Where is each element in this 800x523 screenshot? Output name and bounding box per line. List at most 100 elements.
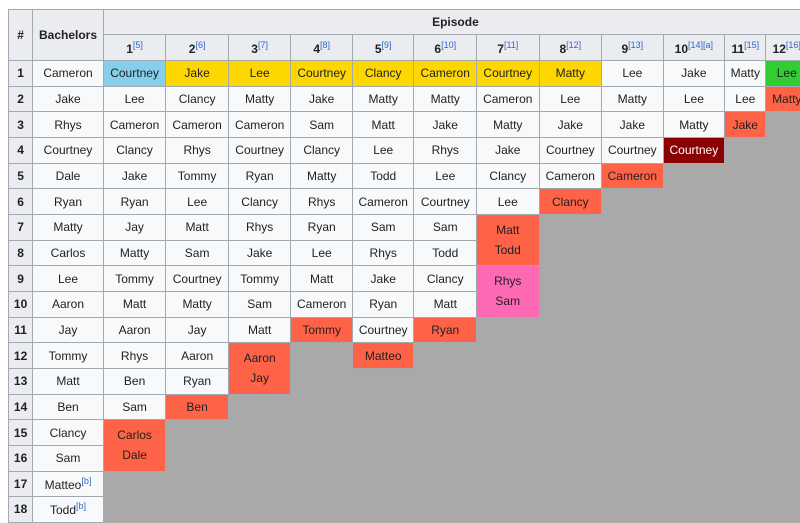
bachelor-name: Tommy <box>49 349 88 363</box>
reference-link[interactable]: [16] <box>786 40 800 50</box>
call-out-cell: Jake <box>414 112 477 138</box>
episode-7-header: 7[11] <box>477 35 540 61</box>
episode-9-header: 9[13] <box>602 35 664 61</box>
contestant-name: Ryan <box>291 220 352 234</box>
call-out-cell: Courtney <box>291 61 353 87</box>
rank-cell: 1 <box>9 61 33 87</box>
episode-number: 5 <box>375 42 382 56</box>
contestant-name: Matty <box>104 246 166 260</box>
bachelor-name-cell: Ryan <box>33 189 104 215</box>
eliminated-area <box>228 394 291 522</box>
reference-link[interactable]: [15] <box>744 40 759 50</box>
episode-4-header: 4[8] <box>291 35 353 61</box>
contestant-name: Cameron <box>540 169 602 183</box>
call-out-cell: Clancy <box>166 86 229 112</box>
call-out-cell: Matty <box>725 61 766 87</box>
rank-cell: 4 <box>9 137 33 163</box>
episode-number: 1 <box>126 42 133 56</box>
bachelor-name-cell: Lee <box>33 266 104 292</box>
table-row: 3RhysCameronCameronCameronSamMattJakeMat… <box>9 112 800 138</box>
call-out-cell: Lee <box>352 137 414 163</box>
contestant-name: Matty <box>477 118 539 132</box>
call-out-cell: Cameron <box>539 163 602 189</box>
call-out-cell: Clancy <box>477 163 540 189</box>
contestant-name: Tommy <box>291 323 352 337</box>
call-out-cell: Sam <box>352 214 414 240</box>
bachelor-name-cell: Ben <box>33 394 104 420</box>
contestant-name: Jake <box>664 66 725 80</box>
contestant-name: Courtney <box>166 272 228 286</box>
call-out-cell: Ryan <box>228 163 291 189</box>
episode-12-header: 12[16] <box>766 35 800 61</box>
reference-link[interactable]: [14][a] <box>688 40 713 50</box>
call-out-cell: Matty <box>103 240 166 266</box>
reference-link[interactable]: [9] <box>382 40 392 50</box>
call-out-cell: Clancy <box>414 266 477 292</box>
rank-cell: 10 <box>9 291 33 317</box>
bachelor-name-cell: Todd[b] <box>33 497 104 523</box>
contestant-name: Lee <box>725 92 765 106</box>
table-row: 5DaleJakeTommyRyanMattyToddLeeClancyCame… <box>9 163 800 189</box>
reference-link[interactable]: [11] <box>504 40 518 50</box>
contestant-name: Courtney <box>353 323 414 337</box>
call-out-cell: Sam <box>414 214 477 240</box>
contestant-name: Jake <box>104 169 166 183</box>
rank-cell: 6 <box>9 189 33 215</box>
rank-cell: 11 <box>9 317 33 343</box>
call-out-cell-multiple: AaronJay <box>228 343 291 394</box>
call-out-cell: Rhys <box>291 189 353 215</box>
call-out-cell: Matty <box>477 112 540 138</box>
contestant-name: Aaron <box>166 349 228 363</box>
contestant-name: Sam <box>291 118 352 132</box>
call-out-cell: Jake <box>103 163 166 189</box>
contestant-name: Lee <box>166 195 228 209</box>
call-out-cell: Sam <box>166 240 229 266</box>
call-out-cell: Matt <box>414 291 477 317</box>
reference-link[interactable]: [13] <box>628 40 643 50</box>
bachelor-name: Jake <box>55 92 80 106</box>
call-out-cell: Jake <box>477 137 540 163</box>
call-out-cell: Courtney <box>414 189 477 215</box>
call-out-cell: Tommy <box>291 317 353 343</box>
call-out-cell: Matt <box>166 214 229 240</box>
contestant-name: Lee <box>540 92 602 106</box>
call-out-cell: Jake <box>291 86 353 112</box>
contestant-name: Lee <box>477 195 539 209</box>
call-out-cell: Clancy <box>228 189 291 215</box>
call-out-cell-multiple: CarlosDale <box>103 420 166 471</box>
reference-link[interactable]: [6] <box>195 40 205 50</box>
contestant-name: Jake <box>353 272 414 286</box>
contestant-name: Lee <box>353 143 414 157</box>
contestant-name: Rhys <box>166 143 228 157</box>
reference-link[interactable]: [b] <box>76 501 86 511</box>
contestant-name: Cameron <box>166 118 228 132</box>
rank-header: # <box>9 10 33 61</box>
call-out-cell: Matty <box>228 86 291 112</box>
bachelor-name: Matty <box>53 220 82 234</box>
contestant-name: Matteo <box>353 349 414 363</box>
contestant-name: Rhys <box>353 246 414 260</box>
contestant-name: Courtney <box>291 66 352 80</box>
bachelor-name-cell: Rhys <box>33 112 104 138</box>
call-out-cell: Lee <box>103 86 166 112</box>
contestant-name: Lee <box>104 92 166 106</box>
reference-link[interactable]: [7] <box>258 40 268 50</box>
contestant-name: Tommy <box>104 272 166 286</box>
reference-link[interactable]: [5] <box>133 40 143 50</box>
contestant-name: Sam <box>229 297 291 311</box>
call-out-cell: Matty <box>291 163 353 189</box>
contestant-name: Lee <box>414 169 476 183</box>
reference-link[interactable]: [12] <box>566 40 581 50</box>
call-out-cell: Clancy <box>291 137 353 163</box>
table-row: 1CameronCourtneyJakeLeeCourtneyClancyCam… <box>9 61 800 87</box>
contestant-name: Cameron <box>291 297 352 311</box>
reference-link[interactable]: [8] <box>320 40 330 50</box>
call-out-cell: Tommy <box>166 163 229 189</box>
call-out-cell: Jake <box>725 112 766 138</box>
contestant-name: Matty <box>353 92 414 106</box>
reference-link[interactable]: [10] <box>441 40 456 50</box>
contestant-name: Matty <box>229 92 291 106</box>
bachelor-name: Ben <box>57 400 78 414</box>
reference-link[interactable]: [b] <box>81 476 91 486</box>
episode-6-header: 6[10] <box>414 35 477 61</box>
